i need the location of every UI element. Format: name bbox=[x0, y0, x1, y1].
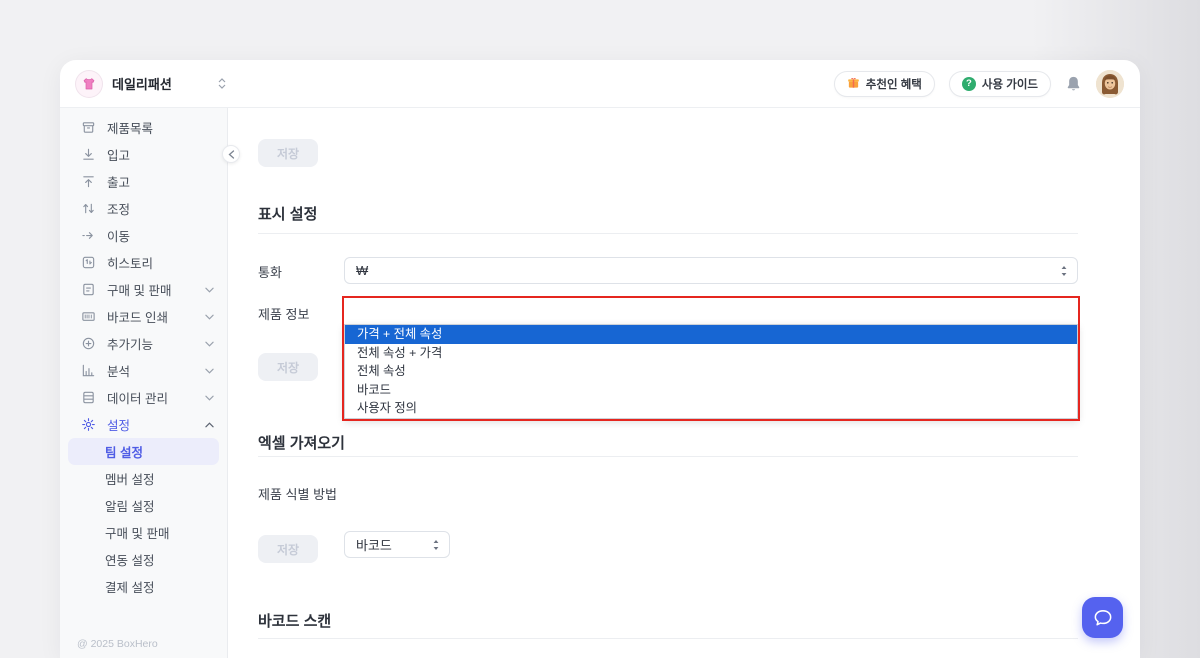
currency-select-value: ₩ bbox=[356, 263, 368, 278]
chevron-down-icon bbox=[205, 395, 214, 401]
section-title-excel-import: 엑셀 가져오기 bbox=[258, 432, 345, 453]
workspace-stepper-icon bbox=[218, 78, 226, 89]
section-title-display-settings: 표시 설정 bbox=[258, 203, 317, 224]
sidebar-item-label: 입고 bbox=[107, 145, 130, 164]
dropdown-option[interactable]: 전체 속성 + 가격 bbox=[345, 344, 1077, 363]
top-bar: 데일리패션 추천인 혜택 ? 사용 가이드 bbox=[60, 60, 1140, 108]
referral-benefit-button[interactable]: 추천인 혜택 bbox=[834, 71, 935, 97]
sidebar-subitem-billing-settings[interactable]: 결제 설정 bbox=[68, 573, 219, 600]
section-divider bbox=[258, 456, 1078, 457]
section-divider bbox=[258, 233, 1078, 234]
product-id-method-value: 바코드 bbox=[356, 535, 392, 554]
history-log-icon bbox=[81, 255, 96, 270]
sidebar-item-analytics[interactable]: 분석 bbox=[60, 357, 227, 384]
arrow-down-to-bar-icon bbox=[81, 147, 96, 162]
sidebar-item-stock-out[interactable]: 출고 bbox=[60, 168, 227, 195]
dropdown-option[interactable]: 사용자 정의 bbox=[345, 399, 1077, 418]
sidebar-item-label: 바코드 인쇄 bbox=[107, 307, 168, 326]
select-stepper-icon bbox=[432, 539, 440, 551]
sidebar-item-label: 조정 bbox=[107, 199, 130, 218]
app-window: 데일리패션 추천인 혜택 ? 사용 가이드 bbox=[60, 60, 1140, 658]
save-button[interactable]: 저장 bbox=[258, 535, 318, 563]
sidebar-subitem-label: 구매 및 판매 bbox=[105, 523, 169, 542]
user-avatar[interactable] bbox=[1096, 70, 1124, 98]
sidebar-subitem-integration-settings[interactable]: 연동 설정 bbox=[68, 546, 219, 573]
sidebar-item-label: 분석 bbox=[107, 361, 130, 380]
product-id-method-select[interactable]: 바코드 bbox=[344, 531, 450, 558]
section-title-barcode-scan: 바코드 스캔 bbox=[258, 610, 331, 631]
chevron-down-icon bbox=[205, 314, 214, 320]
sidebar-subitem-label: 결제 설정 bbox=[105, 577, 154, 596]
sidebar-item-label: 설정 bbox=[107, 415, 130, 434]
section-divider bbox=[258, 638, 1078, 639]
header-actions: 추천인 혜택 ? 사용 가이드 bbox=[834, 70, 1124, 98]
sidebar-subitem-label: 팀 설정 bbox=[105, 442, 143, 461]
workspace-switcher[interactable]: 데일리패션 bbox=[76, 71, 226, 97]
bar-chart-icon bbox=[81, 363, 96, 378]
sidebar-item-label: 출고 bbox=[107, 172, 130, 191]
sidebar-subitem-label: 연동 설정 bbox=[105, 550, 154, 569]
chevron-down-icon bbox=[205, 341, 214, 347]
sidebar-item-data-management[interactable]: 데이터 관리 bbox=[60, 384, 227, 411]
sidebar: 제품목록 입고 출고 조정 이동 히스토리 bbox=[60, 108, 228, 658]
product-info-dropdown: 가격 + 전체 속성 전체 속성 + 가격 전체 속성 바코드 사용자 정의 bbox=[344, 324, 1078, 419]
sidebar-subitem-label: 알림 설정 bbox=[105, 496, 154, 515]
sidebar-item-purchase-sales[interactable]: 구매 및 판매 bbox=[60, 276, 227, 303]
gift-icon bbox=[847, 76, 860, 92]
product-info-label: 제품 정보 bbox=[258, 304, 309, 323]
sidebar-collapse-button[interactable] bbox=[222, 145, 240, 163]
sidebar-subitem-member-settings[interactable]: 멤버 설정 bbox=[68, 465, 219, 492]
notification-bell-icon[interactable] bbox=[1065, 75, 1082, 93]
sidebar-item-label: 히스토리 bbox=[107, 253, 153, 272]
save-button[interactable]: 저장 bbox=[258, 353, 318, 381]
chevron-down-icon bbox=[205, 287, 214, 293]
team-name: 데일리패션 bbox=[112, 74, 208, 93]
sidebar-item-label: 구매 및 판매 bbox=[107, 280, 171, 299]
arrow-up-from-bar-icon bbox=[81, 174, 96, 189]
document-icon bbox=[81, 282, 96, 297]
sidebar-item-label: 제품목록 bbox=[107, 118, 153, 137]
sidebar-item-move[interactable]: 이동 bbox=[60, 222, 227, 249]
sidebar-item-label: 이동 bbox=[107, 226, 130, 245]
sidebar-subitem-team-settings[interactable]: 팀 설정 bbox=[68, 438, 219, 465]
currency-select[interactable]: ₩ bbox=[344, 257, 1078, 284]
chat-launcher-button[interactable] bbox=[1082, 597, 1123, 638]
arrow-right-dashed-icon bbox=[81, 228, 96, 243]
database-icon bbox=[81, 390, 96, 405]
sidebar-item-adjust[interactable]: 조정 bbox=[60, 195, 227, 222]
sidebar-subitem-label: 멤버 설정 bbox=[105, 469, 154, 488]
user-guide-button[interactable]: ? 사용 가이드 bbox=[949, 71, 1051, 97]
dropdown-option[interactable]: 바코드 bbox=[345, 381, 1077, 400]
currency-label: 통화 bbox=[258, 262, 282, 281]
sidebar-item-barcode-print[interactable]: 바코드 인쇄 bbox=[60, 303, 227, 330]
sidebar-item-label: 추가기능 bbox=[107, 334, 153, 353]
chevron-up-icon bbox=[205, 422, 214, 428]
arrows-up-down-icon bbox=[81, 201, 96, 216]
barcode-icon bbox=[81, 309, 96, 324]
sidebar-item-history[interactable]: 히스토리 bbox=[60, 249, 227, 276]
sidebar-subitem-notification-settings[interactable]: 알림 설정 bbox=[68, 492, 219, 519]
sidebar-item-products[interactable]: 제품목록 bbox=[60, 114, 227, 141]
user-guide-label: 사용 가이드 bbox=[982, 76, 1038, 92]
sidebar-subitem-purchase-sales[interactable]: 구매 및 판매 bbox=[68, 519, 219, 546]
chat-bubble-icon bbox=[1093, 609, 1113, 627]
question-circle-icon: ? bbox=[962, 77, 976, 91]
sidebar-item-settings[interactable]: 설정 bbox=[60, 411, 227, 438]
product-id-method-label: 제품 식별 방법 bbox=[258, 484, 337, 503]
sidebar-item-addons[interactable]: 추가기능 bbox=[60, 330, 227, 357]
select-stepper-icon bbox=[1060, 265, 1068, 277]
sidebar-item-stock-in[interactable]: 입고 bbox=[60, 141, 227, 168]
dropdown-option[interactable]: 전체 속성 bbox=[345, 362, 1077, 381]
save-button[interactable]: 저장 bbox=[258, 139, 318, 167]
team-logo-icon bbox=[76, 71, 102, 97]
chevron-down-icon bbox=[205, 368, 214, 374]
referral-benefit-label: 추천인 혜택 bbox=[866, 76, 922, 92]
package-icon bbox=[81, 120, 96, 135]
gear-icon bbox=[81, 417, 96, 432]
dropdown-option-highlighted[interactable]: 가격 + 전체 속성 bbox=[345, 325, 1077, 344]
copyright-text: @ 2025 BoxHero bbox=[77, 638, 158, 650]
sidebar-item-label: 데이터 관리 bbox=[107, 388, 168, 407]
plus-circle-icon bbox=[81, 336, 96, 351]
settings-content: 저장 표시 설정 통화 ₩ 제품 정보 전체 속성 가격 + 전체 속성 전체 … bbox=[228, 108, 1140, 658]
